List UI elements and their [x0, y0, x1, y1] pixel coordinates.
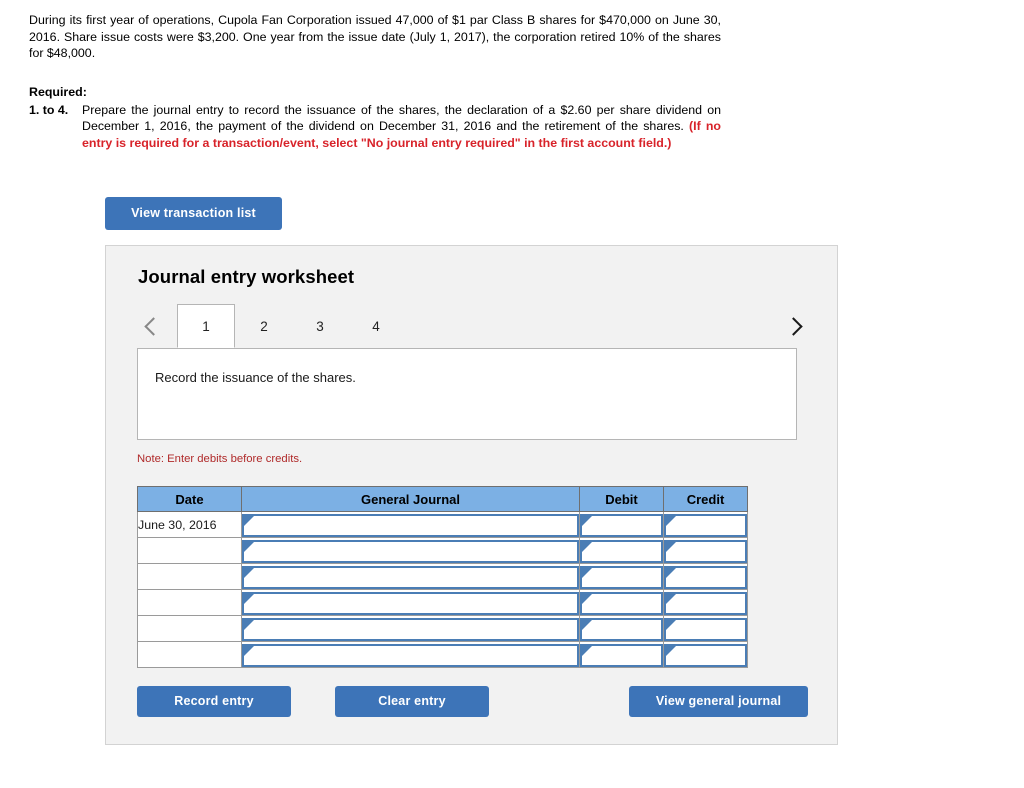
required-item: 1. to 4. Prepare the journal entry to re… — [29, 102, 721, 152]
debits-before-credits-note: Note: Enter debits before credits. — [137, 453, 303, 465]
tab-3[interactable]: 3 — [291, 304, 349, 348]
debit-cell[interactable] — [579, 589, 664, 616]
view-transaction-list-button[interactable]: View transaction list — [105, 197, 282, 230]
debit-cell[interactable] — [579, 511, 664, 538]
column-header-general-journal: General Journal — [241, 486, 580, 512]
worksheet-tab-strip: 1 2 3 4 — [106, 304, 839, 350]
view-general-journal-button[interactable]: View general journal — [629, 686, 808, 717]
date-cell[interactable] — [137, 615, 242, 642]
general-journal-input[interactable] — [242, 513, 579, 537]
chevron-left-icon — [143, 316, 163, 336]
general-journal-cell[interactable] — [241, 511, 580, 538]
table-header-row: Date General Journal Debit Credit — [137, 486, 748, 512]
general-journal-input[interactable] — [242, 643, 579, 667]
debit-input[interactable] — [580, 617, 663, 641]
credit-cell[interactable] — [663, 537, 748, 564]
table-row — [137, 641, 748, 668]
table-row: June 30, 2016 — [137, 511, 748, 538]
general-journal-cell[interactable] — [241, 563, 580, 590]
credit-cell[interactable] — [663, 589, 748, 616]
debit-input[interactable] — [580, 643, 663, 667]
general-journal-cell[interactable] — [241, 641, 580, 668]
date-cell[interactable] — [137, 641, 242, 668]
date-cell[interactable] — [137, 537, 242, 564]
general-journal-input[interactable] — [242, 617, 579, 641]
required-block: Required: 1. to 4. Prepare the journal e… — [29, 84, 721, 151]
journal-entry-table: Date General Journal Debit Credit June 3… — [137, 486, 748, 668]
problem-statement: During its first year of operations, Cup… — [29, 13, 721, 60]
required-label: Required: — [29, 85, 87, 99]
tab-4[interactable]: 4 — [347, 304, 405, 348]
credit-input[interactable] — [664, 617, 747, 641]
table-row — [137, 537, 748, 564]
date-cell[interactable]: June 30, 2016 — [137, 511, 242, 538]
credit-input[interactable] — [664, 565, 747, 589]
general-journal-cell[interactable] — [241, 537, 580, 564]
general-journal-cell[interactable] — [241, 589, 580, 616]
required-item-text-wrapper: Prepare the journal entry to record the … — [82, 102, 721, 152]
required-item-text: Prepare the journal entry to record the … — [82, 102, 721, 134]
tab-next-button[interactable] — [778, 309, 812, 343]
credit-cell[interactable] — [663, 615, 748, 642]
record-entry-button[interactable]: Record entry — [137, 686, 291, 717]
debit-cell[interactable] — [579, 563, 664, 590]
table-row — [137, 589, 748, 616]
clear-entry-button[interactable]: Clear entry — [335, 686, 489, 717]
date-cell[interactable] — [137, 589, 242, 616]
tab-2[interactable]: 2 — [235, 304, 293, 348]
debit-input[interactable] — [580, 513, 663, 537]
transaction-description-box: Record the issuance of the shares. — [137, 348, 797, 440]
journal-entry-worksheet-panel: Journal entry worksheet 1 2 3 4 Record t… — [105, 245, 838, 745]
credit-input[interactable] — [664, 643, 747, 667]
debit-input[interactable] — [580, 591, 663, 615]
credit-input[interactable] — [664, 513, 747, 537]
debit-cell[interactable] — [579, 615, 664, 642]
required-item-number: 1. to 4. — [29, 102, 69, 117]
date-cell[interactable] — [137, 563, 242, 590]
general-journal-input[interactable] — [242, 539, 579, 563]
debit-cell[interactable] — [579, 641, 664, 668]
debit-input[interactable] — [580, 539, 663, 563]
table-row — [137, 563, 748, 590]
credit-input[interactable] — [664, 539, 747, 563]
tab-1[interactable]: 1 — [177, 304, 235, 348]
column-header-credit: Credit — [663, 486, 748, 512]
debit-cell[interactable] — [579, 537, 664, 564]
credit-cell[interactable] — [663, 563, 748, 590]
table-row — [137, 615, 748, 642]
general-journal-input[interactable] — [242, 591, 579, 615]
column-header-debit: Debit — [579, 486, 664, 512]
credit-input[interactable] — [664, 591, 747, 615]
column-header-date: Date — [137, 486, 242, 512]
debit-input[interactable] — [580, 565, 663, 589]
credit-cell[interactable] — [663, 641, 748, 668]
worksheet-title: Journal entry worksheet — [138, 266, 355, 287]
credit-cell[interactable] — [663, 511, 748, 538]
transaction-description-text: Record the issuance of the shares. — [155, 370, 356, 385]
chevron-right-icon — [783, 316, 803, 336]
tab-prev-button[interactable] — [134, 309, 168, 343]
general-journal-input[interactable] — [242, 565, 579, 589]
general-journal-cell[interactable] — [241, 615, 580, 642]
